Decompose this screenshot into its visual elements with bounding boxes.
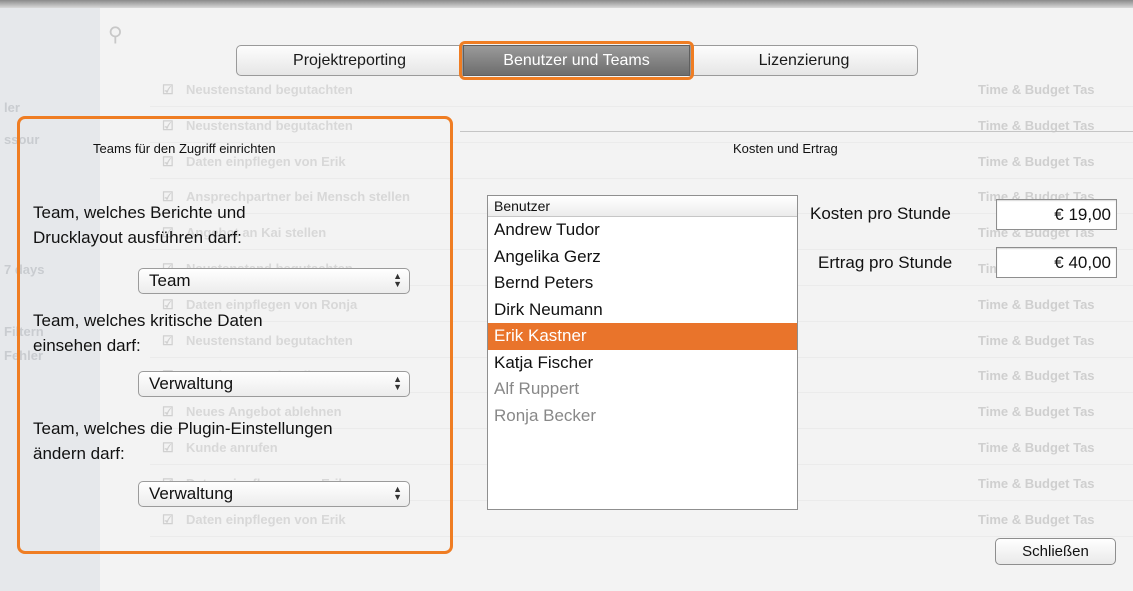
revenue-per-hour-field[interactable]: € 40,00 [996, 247, 1117, 278]
reports-team-label: Team, welches Berichte und Drucklayout a… [33, 203, 246, 247]
settings-dialog: Projektreporting Benutzer und Teams Lize… [0, 0, 1133, 591]
cost-per-hour-label: Kosten pro Stunde [810, 204, 951, 223]
user-row-inactive[interactable]: Ronja Becker [488, 403, 797, 430]
plugin-settings-team-select[interactable]: Verwaltung ▲ ▼ [138, 481, 410, 507]
user-row-selected[interactable]: Erik Kastner [488, 323, 797, 350]
user-row[interactable]: Katja Fischer [488, 350, 797, 377]
user-row[interactable]: Angelika Gerz [488, 244, 797, 271]
users-list-header[interactable]: Benutzer [488, 196, 797, 217]
select-arrows-icon: ▲ ▼ [393, 484, 402, 502]
tab-benutzer-und-teams[interactable]: Benutzer und Teams [463, 45, 690, 76]
user-row[interactable]: Andrew Tudor [488, 217, 797, 244]
plugin-settings-team-label: Team, welches die Plugin-Einstellungen ä… [33, 419, 333, 463]
user-row[interactable]: Dirk Neumann [488, 297, 797, 324]
tab-lizenzierung[interactable]: Lizenzierung [690, 45, 918, 76]
select-arrows-icon: ▲ ▼ [393, 374, 402, 392]
reports-team-value: Team [149, 271, 191, 290]
plugin-settings-team-value: Verwaltung [149, 484, 234, 503]
critical-data-team-value: Verwaltung [149, 374, 234, 393]
critical-data-team-label: Team, welches kritische Daten einsehen d… [33, 311, 263, 355]
reports-team-select[interactable]: Team ▲ ▼ [138, 268, 410, 294]
user-row[interactable]: Bernd Peters [488, 270, 797, 297]
cost-per-hour-field[interactable]: € 19,00 [996, 199, 1117, 230]
cost-section-title: Kosten und Ertrag [733, 141, 838, 156]
close-button[interactable]: Schließen [995, 538, 1116, 565]
revenue-per-hour-label: Ertrag pro Stunde [818, 253, 953, 272]
user-row-inactive[interactable]: Alf Ruppert [488, 376, 797, 403]
critical-data-team-select[interactable]: Verwaltung ▲ ▼ [138, 371, 410, 397]
section-divider [460, 131, 1133, 132]
tab-projektreporting[interactable]: Projektreporting [236, 45, 463, 76]
select-arrows-icon: ▲ ▼ [393, 271, 402, 289]
users-list[interactable]: Benutzer Andrew Tudor Angelika Gerz Bern… [487, 195, 798, 510]
teams-section-title: Teams für den Zugriff einrichten [93, 141, 276, 156]
